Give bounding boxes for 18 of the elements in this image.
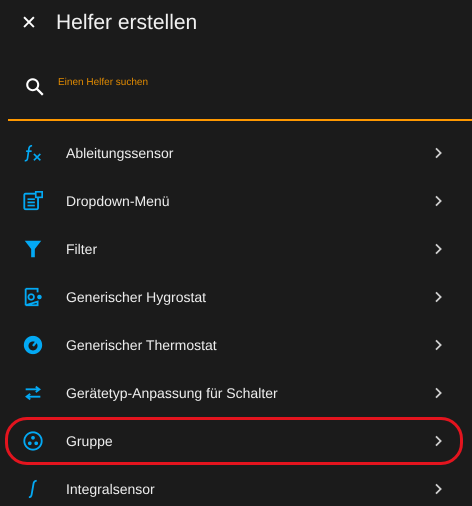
form-list-icon [22, 190, 44, 212]
search-icon [24, 76, 46, 98]
helper-list-item[interactable]: Filter [5, 225, 463, 273]
dialog-title: Helfer erstellen [56, 11, 198, 35]
filter-icon [22, 238, 44, 260]
helper-list-item[interactable]: Integralsensor [5, 465, 463, 506]
thermostat-icon [22, 334, 44, 356]
function-icon [22, 142, 44, 164]
helper-list-item[interactable]: Gruppe [5, 417, 463, 465]
helper-list-item[interactable]: Dropdown-Menü [5, 177, 463, 225]
search-field[interactable]: Einen Helfer suchen [58, 77, 238, 88]
close-button[interactable]: ✕ [18, 10, 40, 36]
helper-list-item[interactable]: Generischer Thermostat [5, 321, 463, 369]
helper-list-item[interactable]: Ableitungssensor [5, 129, 463, 177]
hygrostat-icon [22, 286, 44, 308]
group-icon [22, 430, 44, 452]
helper-list-item[interactable]: Generischer Hygrostat [5, 273, 463, 321]
helper-list-item[interactable]: Gerätetyp-Anpassung für Schalter [5, 369, 463, 417]
